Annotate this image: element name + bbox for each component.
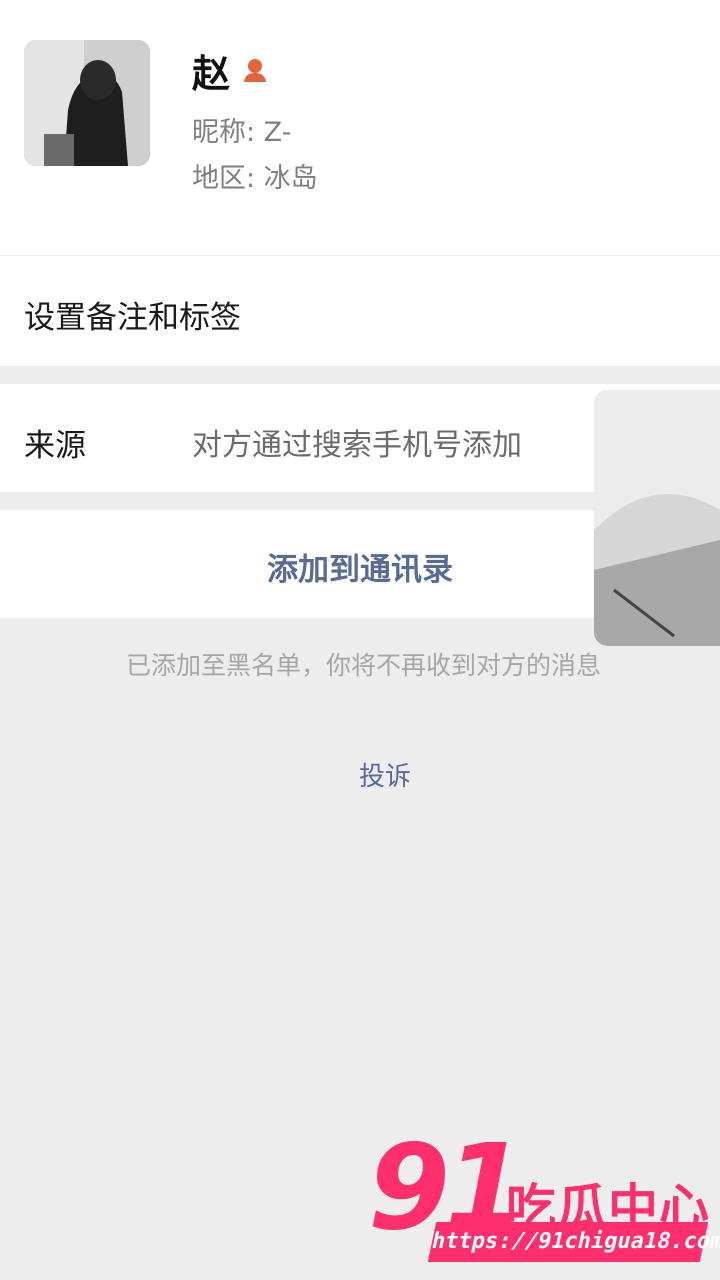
watermark-url: https://91chigua18.com bbox=[427, 1222, 720, 1262]
gender-female-icon bbox=[240, 55, 270, 85]
contact-name: 赵 bbox=[192, 51, 231, 96]
region: 地区: 冰岛 bbox=[192, 163, 318, 194]
set-remark-label: 设置备注和标签 bbox=[24, 300, 241, 336]
watermark-logo: 91 吃瓜中心 https://91chigua18.com bbox=[368, 1128, 720, 1280]
set-remark-row[interactable]: 设置备注和标签 bbox=[0, 256, 720, 366]
nickname: 昵称: Z- bbox=[192, 117, 292, 148]
complaint-link[interactable]: 投诉 bbox=[0, 756, 720, 793]
avatar[interactable] bbox=[24, 40, 150, 166]
overlay-photo bbox=[594, 390, 720, 646]
profile-card: 赵 昵称: Z- 地区: 冰岛 bbox=[0, 0, 720, 255]
source-label: 来源 bbox=[24, 428, 86, 464]
blacklist-notice: 已添加至黑名单，你将不再收到对方的消息 bbox=[126, 651, 602, 680]
source-value: 对方通过搜索手机号添加 bbox=[192, 428, 522, 463]
